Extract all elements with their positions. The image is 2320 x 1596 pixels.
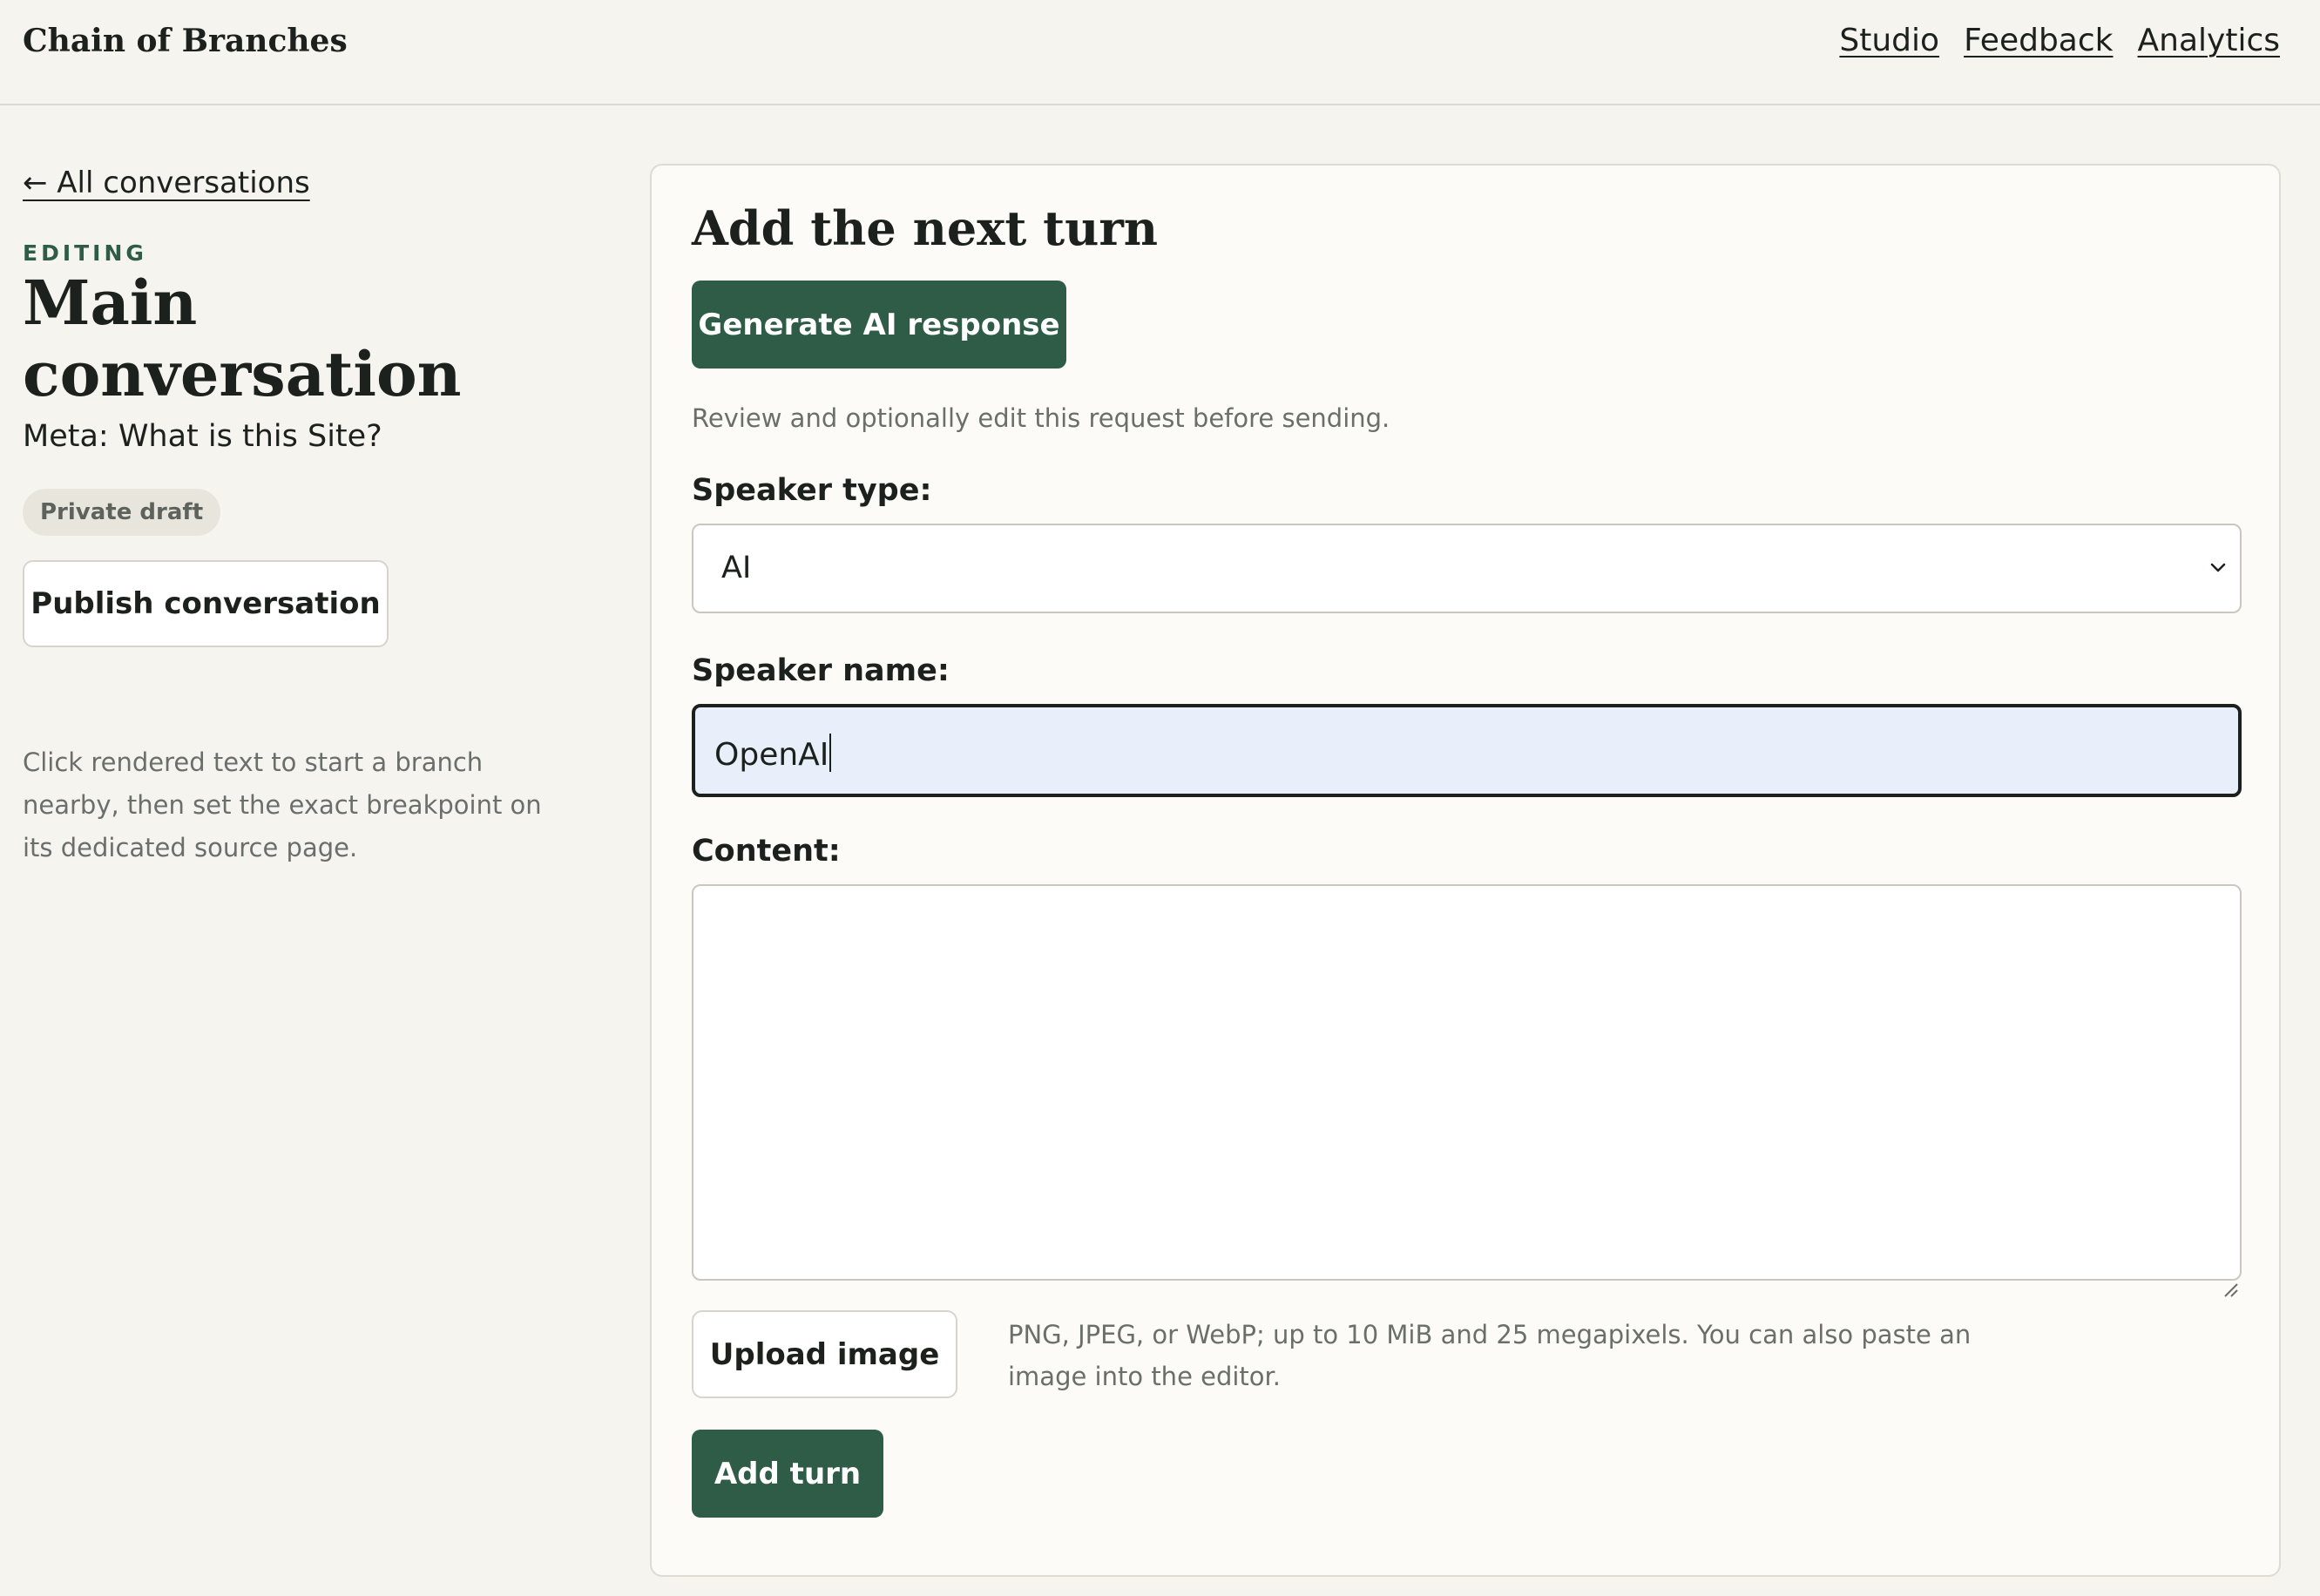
speaker-name-value: OpenAI xyxy=(714,737,829,773)
speaker-type-value: AI xyxy=(721,551,752,585)
editing-label: EDITING xyxy=(23,240,147,266)
add-turn-button[interactable]: Add turn xyxy=(692,1430,883,1518)
branch-help-text: Click rendered text to start a branch ne… xyxy=(23,747,542,862)
publish-conversation-button[interactable]: Publish conversation xyxy=(23,560,389,647)
text-caret xyxy=(829,734,832,772)
speaker-type-select[interactable]: AI xyxy=(692,524,2242,613)
status-badge: Private draft xyxy=(23,489,221,536)
top-nav: Studio Feedback Analytics xyxy=(1839,23,2280,58)
back-to-all-conversations-link[interactable]: ← All conversations xyxy=(23,166,310,200)
nav-link-analytics[interactable]: Analytics xyxy=(2138,23,2280,58)
upload-image-button[interactable]: Upload image xyxy=(692,1310,957,1398)
conversation-title: Main conversation xyxy=(23,267,462,410)
content-label: Content: xyxy=(692,834,841,869)
upload-row: Upload image PNG, JPEG, or WebP; up to 1… xyxy=(692,1310,2239,1398)
nav-link-studio[interactable]: Studio xyxy=(1839,23,1939,58)
chevron-down-icon xyxy=(2210,563,2226,572)
add-turn-card: Add the next turn Generate AI response R… xyxy=(650,164,2281,1577)
site-title[interactable]: Chain of Branches xyxy=(23,23,348,59)
nav-link-feedback[interactable]: Feedback xyxy=(1964,23,2113,58)
card-heading: Add the next turn xyxy=(692,200,1159,256)
speaker-name-label: Speaker name: xyxy=(692,653,950,688)
speaker-type-label: Speaker type: xyxy=(692,473,932,508)
generate-ai-response-button[interactable]: Generate AI response xyxy=(692,281,1066,369)
top-header: Chain of Branches Studio Feedback Analyt… xyxy=(0,0,2320,105)
review-note: Review and optionally edit this request … xyxy=(692,403,1390,433)
speaker-name-value-wrap: OpenAI xyxy=(714,734,832,773)
sidebar: ← All conversations EDITING Main convers… xyxy=(23,166,580,895)
conversation-subtitle: Meta: What is this Site? xyxy=(23,419,382,454)
resize-handle-icon[interactable] xyxy=(2222,1281,2239,1298)
content-textarea[interactable] xyxy=(692,884,2242,1281)
upload-help-text: PNG, JPEG, or WebP; up to 10 MiB and 25 … xyxy=(1008,1320,1972,1391)
speaker-name-input[interactable]: OpenAI xyxy=(692,704,2242,797)
